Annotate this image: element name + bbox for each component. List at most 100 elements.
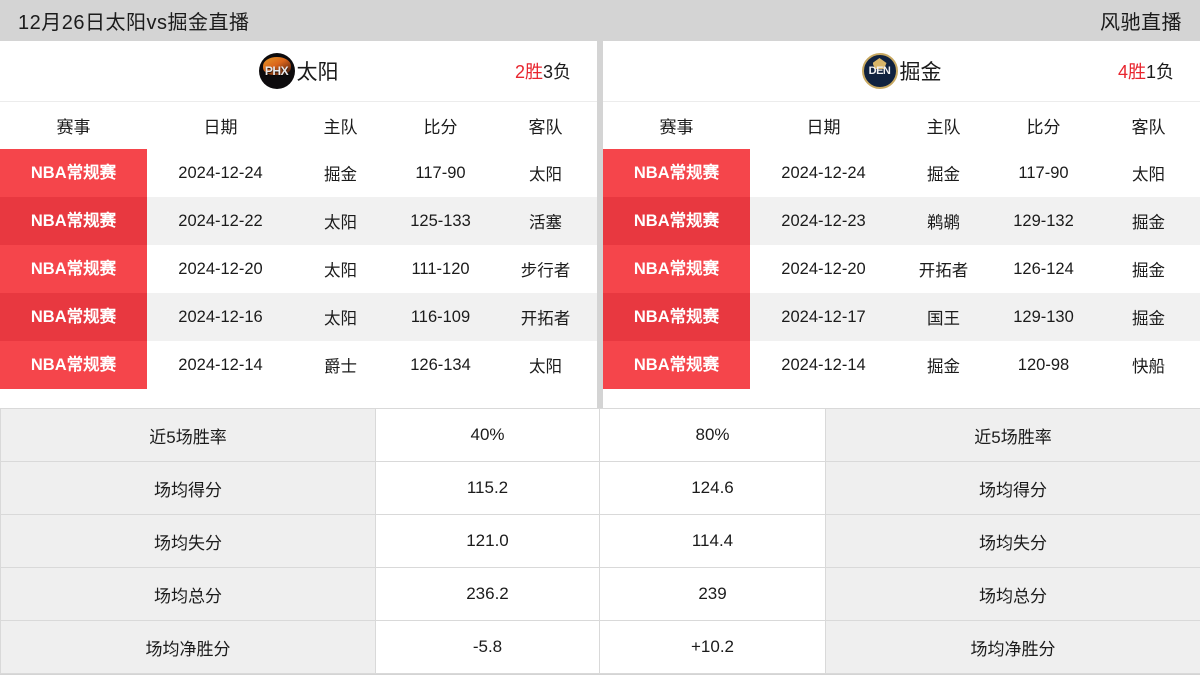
stats-row-4-right-value: +10.2	[599, 620, 826, 674]
right-row-1-event-cell: NBA常规赛	[603, 197, 750, 245]
right-row-0-away: 太阳	[1097, 149, 1200, 197]
right-team-name: 掘金	[899, 61, 942, 84]
left-row-2-home: 太阳	[294, 245, 387, 293]
right-row-4-score: 120-98	[990, 341, 1097, 389]
left-row-2-score: 111-120	[387, 245, 494, 293]
left-col-away: 客队	[494, 102, 597, 149]
left-row-4-score: 126-134	[387, 341, 494, 389]
stats-row-0-left-value: 40%	[375, 408, 600, 462]
stats-row: 近5场胜率 40% 80% 近5场胜率	[0, 408, 1200, 462]
event-badge: NBA常规赛	[603, 197, 750, 245]
stats-row-0-right-label: 近5场胜率	[825, 408, 1200, 462]
stats-row-1-right-value: 124.6	[599, 461, 826, 515]
stats-row-2-left-value: 121.0	[375, 514, 600, 568]
suns-logo-icon: PHX	[258, 53, 295, 89]
stats-row-1-left-label: 场均得分	[0, 461, 376, 515]
stats-row-1-left-value: 115.2	[375, 461, 600, 515]
left-row-4-home: 爵士	[294, 341, 387, 389]
right-row-3-home: 国王	[897, 293, 990, 341]
right-team-identity: DEN 掘金	[603, 41, 1200, 101]
right-row-0-score: 117-90	[990, 149, 1097, 197]
left-row-4-date: 2024-12-14	[147, 341, 294, 389]
stats-row-2-right-label: 场均失分	[825, 514, 1200, 568]
right-team-losses: 1负	[1145, 62, 1174, 82]
table-row[interactable]: NBA常规赛 2024-12-17 国王 129-130 掘金	[603, 293, 1200, 341]
event-badge: NBA常规赛	[0, 293, 147, 341]
right-row-0-home: 掘金	[897, 149, 990, 197]
left-logo-text: PHX	[264, 64, 289, 78]
left-team-identity: PHX 太阳	[0, 41, 597, 101]
event-badge: NBA常规赛	[603, 341, 750, 389]
event-badge: NBA常规赛	[0, 197, 147, 245]
stats-row: 场均得分 115.2 124.6 场均得分	[0, 461, 1200, 515]
table-row[interactable]: NBA常规赛 2024-12-22 太阳 125-133 活塞	[0, 197, 597, 245]
right-team-header: DEN 掘金 4胜1负	[603, 41, 1200, 102]
stats-row-3-right-value: 239	[599, 567, 826, 621]
event-badge: NBA常规赛	[0, 149, 147, 197]
stats-row-2-right-value: 114.4	[599, 514, 826, 568]
stats-row-3-left-label: 场均总分	[0, 567, 376, 621]
event-badge: NBA常规赛	[603, 245, 750, 293]
site-brand: 风驰直播	[1100, 12, 1182, 34]
left-row-0-score: 117-90	[387, 149, 494, 197]
stats-row-0-left-label: 近5场胜率	[0, 408, 376, 462]
table-row[interactable]: NBA常规赛 2024-12-20 开拓者 126-124 掘金	[603, 245, 1200, 293]
right-row-4-home: 掘金	[897, 341, 990, 389]
nuggets-logo-icon: DEN	[861, 53, 898, 89]
right-row-4-away: 快船	[1097, 341, 1200, 389]
left-team-name: 太阳	[296, 61, 339, 84]
table-row[interactable]: NBA常规赛 2024-12-24 掘金 117-90 太阳	[0, 149, 597, 197]
right-logo-text: DEN	[868, 65, 891, 77]
right-row-2-event-cell: NBA常规赛	[603, 245, 750, 293]
right-team-panel: DEN 掘金 4胜1负 赛事 日期 主队 比分 客队 NBA常规赛 2024-1…	[603, 41, 1200, 408]
stats-row-4-left-value: -5.8	[375, 620, 600, 674]
left-team-record: 2胜3负	[515, 58, 571, 84]
right-col-home: 主队	[897, 102, 990, 149]
left-row-3-date: 2024-12-16	[147, 293, 294, 341]
left-row-2-away: 步行者	[494, 245, 597, 293]
left-row-3-home: 太阳	[294, 293, 387, 341]
left-table-header-row: 赛事 日期 主队 比分 客队	[0, 102, 597, 149]
stats-row-3-left-value: 236.2	[375, 567, 600, 621]
left-row-1-event-cell: NBA常规赛	[0, 197, 147, 245]
event-badge: NBA常规赛	[0, 341, 147, 389]
table-row[interactable]: NBA常规赛 2024-12-24 掘金 117-90 太阳	[603, 149, 1200, 197]
left-row-0-home: 掘金	[294, 149, 387, 197]
stats-row-2-left-label: 场均失分	[0, 514, 376, 568]
left-row-1-score: 125-133	[387, 197, 494, 245]
left-row-4-event-cell: NBA常规赛	[0, 341, 147, 389]
table-row[interactable]: NBA常规赛 2024-12-14 掘金 120-98 快船	[603, 341, 1200, 389]
stats-row-4-right-label: 场均净胜分	[825, 620, 1200, 674]
right-row-2-score: 126-124	[990, 245, 1097, 293]
left-team-wins: 2胜	[514, 62, 543, 82]
right-row-1-date: 2024-12-23	[750, 197, 897, 245]
table-row[interactable]: NBA常规赛 2024-12-20 太阳 111-120 步行者	[0, 245, 597, 293]
left-team-panel: PHX 太阳 2胜3负 赛事 日期 主队 比分 客队 NBA常规赛 2024-1…	[0, 41, 597, 408]
right-row-3-away: 掘金	[1097, 293, 1200, 341]
table-row[interactable]: NBA常规赛 2024-12-14 爵士 126-134 太阳	[0, 341, 597, 389]
table-row[interactable]: NBA常规赛 2024-12-23 鹈鹕 129-132 掘金	[603, 197, 1200, 245]
left-row-3-score: 116-109	[387, 293, 494, 341]
left-row-0-event-cell: NBA常规赛	[0, 149, 147, 197]
left-row-2-date: 2024-12-20	[147, 245, 294, 293]
right-row-1-home: 鹈鹕	[897, 197, 990, 245]
right-col-date: 日期	[750, 102, 897, 149]
left-row-1-home: 太阳	[294, 197, 387, 245]
right-team-wins: 4胜	[1117, 62, 1146, 82]
left-row-0-date: 2024-12-24	[147, 149, 294, 197]
right-row-4-event-cell: NBA常规赛	[603, 341, 750, 389]
right-table-header-row: 赛事 日期 主队 比分 客队	[603, 102, 1200, 149]
left-col-home: 主队	[294, 102, 387, 149]
right-row-2-home: 开拓者	[897, 245, 990, 293]
right-col-score: 比分	[990, 102, 1097, 149]
right-schedule-table: 赛事 日期 主队 比分 客队 NBA常规赛 2024-12-24 掘金 117-…	[603, 102, 1200, 389]
right-col-event: 赛事	[603, 102, 750, 149]
panels-container: PHX 太阳 2胜3负 赛事 日期 主队 比分 客队 NBA常规赛 2024-1…	[0, 41, 1200, 408]
left-col-score: 比分	[387, 102, 494, 149]
table-row[interactable]: NBA常规赛 2024-12-16 太阳 116-109 开拓者	[0, 293, 597, 341]
page-root: 12月26日太阳vs掘金直播 风驰直播 PHX 太阳 2胜3负 赛事 日期 主队…	[0, 0, 1200, 675]
right-row-3-score: 129-130	[990, 293, 1097, 341]
right-row-2-away: 掘金	[1097, 245, 1200, 293]
left-row-3-event-cell: NBA常规赛	[0, 293, 147, 341]
right-row-2-date: 2024-12-20	[750, 245, 897, 293]
